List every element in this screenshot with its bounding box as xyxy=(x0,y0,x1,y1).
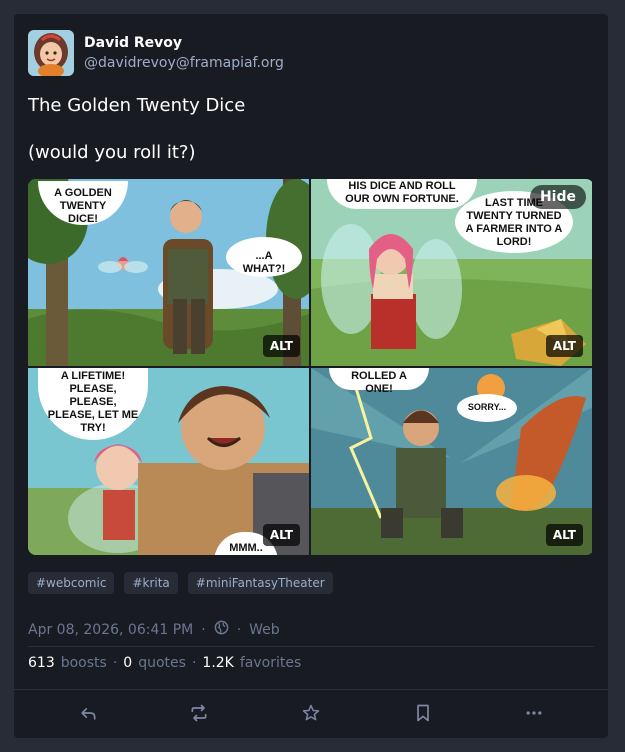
avatar-image xyxy=(28,30,74,76)
media-image-3[interactable]: A LIFETIME! PLEASE, PLEASE, PLEASE, LET … xyxy=(28,368,309,555)
boost-button[interactable] xyxy=(184,698,214,728)
alt-badge[interactable]: ALT xyxy=(262,335,300,357)
status-meta: Apr 08, 2026, 06:41 PM · · Web xyxy=(28,620,280,639)
hashtag-link[interactable]: #miniFantasyTheater xyxy=(187,572,333,594)
media-gallery: A GOLDEN TWENTY DICE! ...A WHAT?! ALT HI… xyxy=(28,179,594,555)
boosts-label[interactable]: boosts xyxy=(61,655,107,671)
post-subtitle: (would you roll it?) xyxy=(28,142,196,163)
author-display-name[interactable]: David Revoy xyxy=(84,33,284,53)
author-names: David Revoy @davidrevoy@framapiaf.org xyxy=(84,33,284,73)
quotes-label[interactable]: quotes xyxy=(138,655,186,671)
favorites-label[interactable]: favorites xyxy=(240,655,301,671)
bookmark-button[interactable] xyxy=(408,698,438,728)
action-bar xyxy=(14,698,608,728)
speech-bubble: SORRY... xyxy=(457,394,517,422)
status-card: David Revoy @davidrevoy@framapiaf.org Th… xyxy=(14,14,608,738)
boosts-count[interactable]: 613 xyxy=(28,655,55,671)
bookmark-icon xyxy=(416,704,429,722)
hashtag-link[interactable]: #webcomic xyxy=(28,572,115,594)
speech-bubble: HIS DICE AND ROLL OUR OWN FORTUNE. xyxy=(327,179,477,209)
divider xyxy=(28,646,594,647)
boost-icon xyxy=(191,704,207,722)
alt-badge[interactable]: ALT xyxy=(545,524,583,546)
status-stats: 613 boosts · 0 quotes · 1.2K favorites xyxy=(28,655,301,671)
media-image-4[interactable]: ROLLED A ONE! SORRY... ALT xyxy=(311,368,592,555)
media-image-2[interactable]: HIS DICE AND ROLL OUR OWN FORTUNE. LAST … xyxy=(311,179,592,366)
speech-bubble: ...A WHAT?! xyxy=(226,237,302,277)
alt-badge[interactable]: ALT xyxy=(262,524,300,546)
quotes-count[interactable]: 0 xyxy=(123,655,132,671)
post-timestamp[interactable]: Apr 08, 2026, 06:41 PM xyxy=(28,622,193,638)
author-handle[interactable]: @davidrevoy@framapiaf.org xyxy=(84,53,284,73)
speech-bubble: ROLLED A ONE! xyxy=(329,368,429,395)
favorite-icon xyxy=(302,704,320,721)
status-content: The Golden Twenty Dice (would you roll i… xyxy=(28,94,588,188)
more-icon xyxy=(526,711,542,715)
meta-separator: · xyxy=(201,621,206,638)
reply-button[interactable] xyxy=(73,698,103,728)
hashtag-link[interactable]: #krita xyxy=(124,572,178,594)
post-title: The Golden Twenty Dice xyxy=(28,95,246,116)
avatar[interactable] xyxy=(28,30,74,76)
stats-separator: · xyxy=(191,655,197,671)
status-header: David Revoy @davidrevoy@framapiaf.org xyxy=(28,28,284,78)
globe-icon xyxy=(214,620,229,639)
post-client: Web xyxy=(249,621,280,638)
divider xyxy=(14,689,608,690)
reply-icon xyxy=(81,708,96,720)
favorite-button[interactable] xyxy=(296,698,326,728)
stats-separator: · xyxy=(112,655,118,671)
more-button[interactable] xyxy=(519,698,549,728)
hide-media-button[interactable]: Hide xyxy=(529,185,586,209)
hashtag-bar: #webcomic #krita #miniFantasyTheater xyxy=(28,572,333,594)
media-image-1[interactable]: A GOLDEN TWENTY DICE! ...A WHAT?! ALT xyxy=(28,179,309,366)
alt-badge[interactable]: ALT xyxy=(545,335,583,357)
favorites-count[interactable]: 1.2K xyxy=(202,655,233,671)
meta-separator: · xyxy=(236,621,242,638)
